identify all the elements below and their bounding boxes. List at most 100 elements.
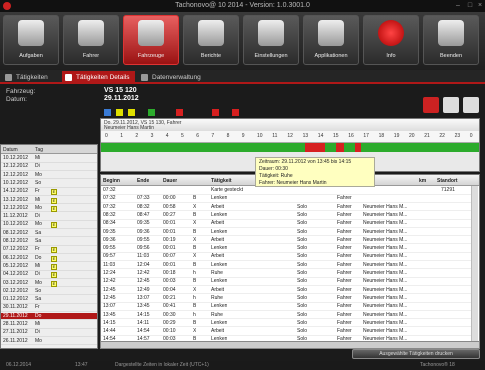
- table-row[interactable]: 09:55 09:56 00:01 B Lenken Solo Fahrer Neumeier…: [101, 245, 471, 253]
- date-row[interactable]: 13.12.2012 Mi E: [1, 197, 97, 205]
- date-row[interactable]: 04.12.2012 Di E: [1, 271, 97, 279]
- toolbar-aufgaben-button[interactable]: Aufgaben: [3, 15, 59, 65]
- settings-button[interactable]: [443, 97, 459, 113]
- table-row[interactable]: 14:44 14:54 00:10 X Arbeit Solo Fahrer Neumeier…: [101, 328, 471, 336]
- column-date[interactable]: Datum: [3, 147, 18, 153]
- row-date: 12.12.2012: [3, 163, 29, 170]
- date-row[interactable]: 02.12.2012 So: [1, 288, 97, 296]
- date-row[interactable]: 30.11.2012 Fr: [1, 304, 97, 313]
- table-cell: Lenken: [211, 278, 228, 285]
- row-date: 26.11.2012: [3, 337, 28, 344]
- toolbar-beenden-button[interactable]: Beenden: [423, 15, 479, 65]
- date-row[interactable]: 11.12.2012 Di: [1, 213, 97, 221]
- row-date: 14.12.2012: [3, 188, 29, 195]
- table-row[interactable]: 09:36 09:55 00:19 X Arbeit Solo Fahrer Neumeier…: [101, 237, 471, 245]
- table-row[interactable]: 08:32 08:47 00:27 B Lenken Solo Fahrer Neumeier…: [101, 212, 471, 220]
- date-row[interactable]: 29.11.2012 Do: [1, 312, 97, 321]
- column-header[interactable]: Ende: [137, 178, 149, 184]
- person-icon: [5, 74, 12, 81]
- filter-other-icon[interactable]: [176, 109, 183, 116]
- date-row[interactable]: 12.12.2012 Mo: [1, 172, 97, 180]
- minimize-icon[interactable]: –: [454, 2, 462, 10]
- edit-flag-icon: E: [51, 205, 57, 212]
- table-cell: Fahrer: [337, 261, 352, 268]
- filter-card-icon[interactable]: [212, 109, 219, 116]
- toolbar-berichte-button[interactable]: Berichte: [183, 15, 239, 65]
- toolbar-applikationen-button[interactable]: Applikationen: [303, 15, 359, 65]
- timeline-tick: 10: [257, 133, 263, 139]
- print-selected-button[interactable]: Ausgewählte Tätigkeiten drucken: [352, 349, 480, 359]
- column-header[interactable]: Dauer: [163, 178, 177, 184]
- table-row[interactable]: 07:32 08:32 00:58 X Arbeit Solo Fahrer Neumeier…: [101, 204, 471, 212]
- table-row[interactable]: 11:03 12:04 00:01 B Lenken Solo Fahrer Neumeier…: [101, 262, 471, 270]
- table-cell: Arbeit: [211, 220, 225, 227]
- table-cell: Lenken: [211, 228, 228, 235]
- tab-taetigkeiten[interactable]: Tätigkeiten: [2, 71, 54, 84]
- date-row[interactable]: 12.12.2012 Mo E: [1, 205, 97, 213]
- table-row[interactable]: 09:57 11:03 00:07 X Arbeit Solo Fahrer Neumeier…: [101, 253, 471, 262]
- table-row[interactable]: 12:24 12:42 00:18 h Ruhe Solo Fahrer Neumeier H…: [101, 270, 471, 278]
- filter-marker-icon[interactable]: [232, 109, 239, 116]
- table-row[interactable]: 12:45 13:07 00:21 h Ruhe Solo Fahrer Neumeier H…: [101, 295, 471, 303]
- table-cell: Fahrer: [337, 311, 352, 318]
- table-cell: 00:18: [163, 270, 176, 276]
- filter-drive-icon[interactable]: [104, 109, 111, 116]
- column-header[interactable]: km: [419, 178, 426, 184]
- toolbar-label: Aufgaben: [19, 53, 43, 59]
- export-button[interactable]: [463, 97, 479, 113]
- date-row[interactable]: 28.11.2012 Mi: [1, 321, 97, 329]
- table-cell: Neumeier Hans M...: [363, 294, 408, 301]
- table-row[interactable]: 13:07 13:45 00:41 B Lenken Solo Fahrer Neumeier…: [101, 303, 471, 311]
- toolbar-fahrer-button[interactable]: Fahrer: [63, 15, 119, 65]
- table-row[interactable]: 14:15 14:11 00:29 B Lenken Solo Fahrer Neumeier…: [101, 320, 471, 328]
- toolbar-info-button[interactable]: Info: [363, 15, 419, 65]
- table-cell: 09:56: [137, 245, 150, 252]
- date-row[interactable]: 10.12.2012 Mi: [1, 155, 97, 163]
- vertical-scrollbar[interactable]: [471, 186, 478, 349]
- table-row[interactable]: 12:45 12:49 00:04 X Arbeit Solo Fahrer Neumeier…: [101, 287, 471, 295]
- maximize-icon[interactable]: □: [466, 2, 474, 10]
- tab-datenverwaltung[interactable]: Datenverwaltung: [138, 71, 207, 84]
- date-row[interactable]: 26.11.2012 Mo: [1, 338, 97, 346]
- date-row[interactable]: 05.12.2012 Mi E: [1, 263, 97, 271]
- toolbar-fahrzeuge-button[interactable]: Fahrzeuge: [123, 15, 179, 65]
- column-header[interactable]: Beginn: [103, 178, 120, 184]
- close-icon[interactable]: ×: [476, 2, 484, 10]
- table-row[interactable]: 13:45 14:15 00:30 h Ruhe Solo Fahrer Neumeier H…: [101, 312, 471, 320]
- timeline-tick: 2: [135, 133, 139, 139]
- table-row[interactable]: 07:32 Karte gesteckt 71291: [101, 187, 471, 195]
- table-row[interactable]: 07:32 07:33 00:00 B Lenken Fahrer: [101, 195, 471, 203]
- table-row[interactable]: 08:34 09:35 00:01 X Arbeit Solo Fahrer Neumeier…: [101, 220, 471, 228]
- toolbar-einstellungen-button[interactable]: Einstellungen: [243, 15, 299, 65]
- timeline-tick: 5: [181, 133, 184, 139]
- filter-work-icon[interactable]: [128, 109, 135, 116]
- horizontal-scrollbar[interactable]: [100, 341, 480, 349]
- table-cell: Solo: [297, 270, 308, 276]
- date-row[interactable]: 07.12.2012 Fr E: [1, 246, 97, 254]
- table-cell: 00:04: [163, 286, 176, 293]
- table-cell: Neumeier Hans M...: [363, 311, 408, 318]
- column-header[interactable]: Tätigkeit: [211, 178, 232, 184]
- column-day[interactable]: Tag: [35, 147, 43, 153]
- date-row[interactable]: 08.12.2012 Sa: [1, 238, 97, 246]
- table-cell: Neumeier Hans M...: [363, 286, 408, 293]
- column-header[interactable]: Standort: [437, 178, 458, 184]
- date-row[interactable]: 06.12.2012 Do E: [1, 255, 97, 263]
- filter-rest-icon[interactable]: [148, 109, 155, 116]
- filter-availability-icon[interactable]: [116, 109, 123, 116]
- row-day: Mi: [35, 196, 41, 203]
- tab-taetigkeiten-details[interactable]: Tätigkeiten Details: [62, 71, 136, 84]
- table-row[interactable]: 09:35 09:36 00:01 B Lenken Solo Fahrer Neumeier…: [101, 229, 471, 237]
- truck-print-button[interactable]: [423, 97, 439, 113]
- date-row[interactable]: 10.12.2012 So: [1, 180, 97, 188]
- tooltip-line: Tätigkeit: Ruhe: [259, 173, 293, 179]
- date-row[interactable]: 03.12.2012 Mo E: [1, 280, 97, 288]
- date-row[interactable]: 14.12.2012 Fr E: [1, 188, 97, 196]
- table-cell: Fahrer: [337, 228, 352, 235]
- date-row[interactable]: 12.12.2012 Di: [1, 163, 97, 171]
- date-row[interactable]: 01.12.2012 Sa: [1, 296, 97, 304]
- table-row[interactable]: 12:42 12:45 00:03 B Lenken Solo Fahrer Neumeier…: [101, 278, 471, 286]
- date-row[interactable]: 08.12.2012 Sa: [1, 230, 97, 238]
- date-row[interactable]: 10.12.2012 Mo E: [1, 221, 97, 230]
- date-row[interactable]: 27.11.2012 Di: [1, 329, 97, 337]
